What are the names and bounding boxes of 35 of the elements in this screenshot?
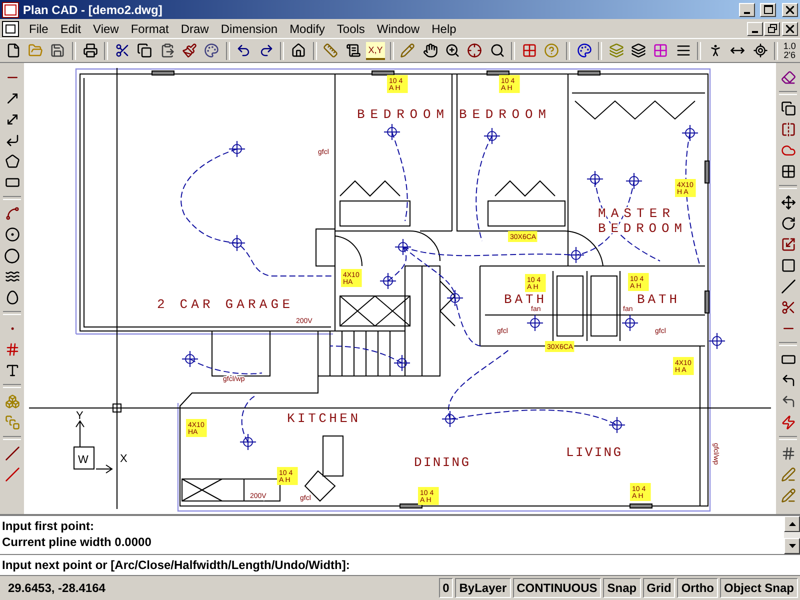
status-pane[interactable]: CONTINUOUS [512, 578, 602, 598]
room-label: 2 CAR GARAGE [157, 297, 290, 312]
menu-item[interactable]: Draw [174, 20, 215, 36]
menu-item[interactable]: Dimension [214, 20, 284, 36]
room-label: BATH [504, 292, 544, 307]
menu-item[interactable]: Modify [284, 20, 331, 36]
room-label: MASTER BEDROOM [598, 206, 682, 236]
status-pane[interactable]: Object Snap [720, 578, 798, 598]
room-label: KITCHEN [287, 411, 358, 426]
room-label: DINING [414, 455, 469, 470]
menu-item[interactable]: Tools [330, 20, 371, 36]
menu-item[interactable]: Help [426, 20, 462, 36]
room-label: BEDROOM [459, 107, 546, 122]
window-title: Plan CAD - [demo2.dwg] [23, 2, 164, 16]
status-pane[interactable]: 0 [438, 578, 454, 598]
command-input[interactable]: Input next point or [Arc/Close/Halfwidth/Length/Undo/Width]: [0, 554, 800, 576]
axis-label: X [120, 453, 128, 465]
room-label: BATH [637, 292, 677, 307]
status-pane[interactable]: Ortho [677, 578, 718, 598]
axis-label: W [78, 454, 88, 466]
axis-label: Y [76, 410, 84, 422]
status-pane[interactable]: Snap [603, 578, 641, 598]
menu-item[interactable]: File [23, 20, 54, 36]
coordinates-readout: 29.6453, -28.4164 [7, 581, 106, 595]
room-label: LIVING [566, 445, 621, 460]
command-line: Current pline width 0.0000 [2, 534, 152, 550]
menu-item[interactable]: Format [124, 20, 175, 36]
status-pane[interactable]: Grid [642, 578, 676, 598]
room-label: BEDROOM [357, 107, 444, 122]
coordinates-icon[interactable]: X,Y [366, 42, 385, 60]
menu-item[interactable]: Window [370, 20, 426, 36]
status-pane[interactable]: ByLayer [455, 578, 511, 598]
menu-item[interactable]: View [87, 20, 125, 36]
command-line: Input first point: [2, 518, 95, 534]
menu-item[interactable]: Edit [54, 20, 88, 36]
